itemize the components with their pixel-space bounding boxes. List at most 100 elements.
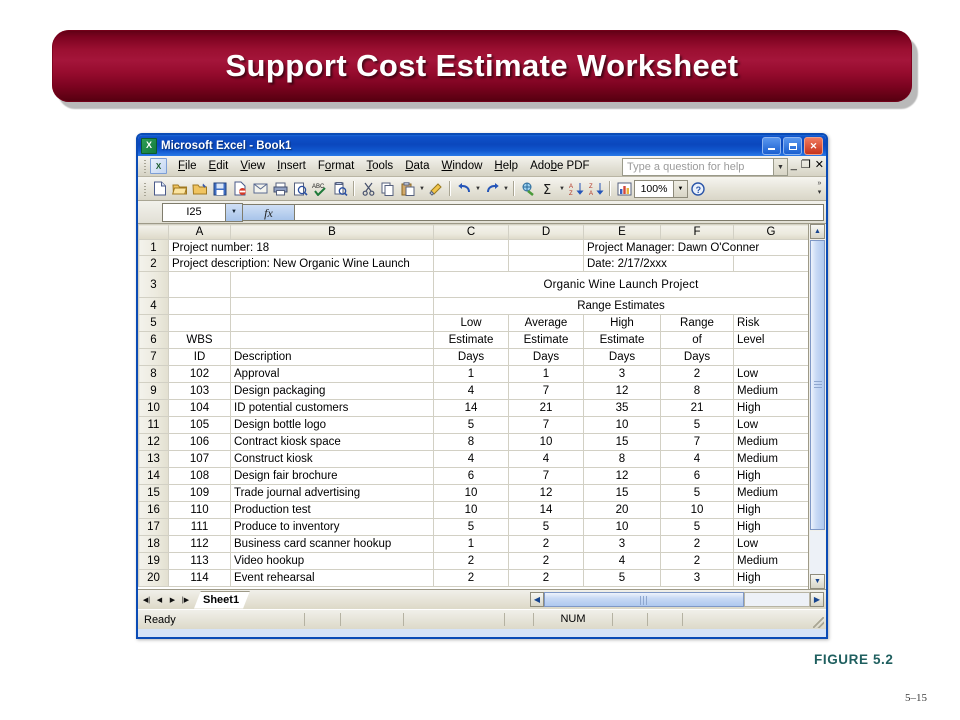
row-header[interactable]: 4 <box>138 297 169 315</box>
cell[interactable] <box>508 239 584 256</box>
cell[interactable]: 105 <box>168 416 231 434</box>
cell[interactable]: 21 <box>508 399 584 417</box>
row-header[interactable]: 13 <box>138 450 169 468</box>
row-header[interactable]: 15 <box>138 484 169 502</box>
cell[interactable]: High <box>733 467 809 485</box>
window-titlebar[interactable]: X Microsoft Excel - Book1 ✕ <box>138 135 826 156</box>
cell[interactable]: 114 <box>168 569 231 587</box>
cell[interactable]: Medium <box>733 433 809 451</box>
cell[interactable]: 10 <box>660 501 734 519</box>
cell[interactable] <box>433 239 509 256</box>
cell[interactable]: 15 <box>583 433 661 451</box>
resize-grip[interactable] <box>813 617 824 628</box>
redo-dropdown-icon[interactable]: ▼ <box>502 186 510 192</box>
spelling-icon[interactable]: ABC <box>310 179 330 198</box>
cell[interactable]: Average <box>508 314 584 332</box>
column-header-d[interactable]: D <box>508 224 584 240</box>
cell[interactable]: High <box>733 569 809 587</box>
cell[interactable]: 4 <box>433 450 509 468</box>
cell[interactable]: 8 <box>433 433 509 451</box>
cell[interactable]: 7 <box>508 416 584 434</box>
column-header-e[interactable]: E <box>583 224 661 240</box>
horizontal-scroll-thumb[interactable] <box>544 592 744 607</box>
close-button[interactable]: ✕ <box>804 137 823 155</box>
open-folder-icon[interactable] <box>170 179 190 198</box>
cell[interactable]: 20 <box>583 501 661 519</box>
cell[interactable] <box>230 297 434 315</box>
cell[interactable]: 3 <box>583 535 661 553</box>
previous-sheet-button[interactable]: ◀ <box>153 592 166 607</box>
undo-icon[interactable] <box>454 179 474 198</box>
row-header[interactable]: 20 <box>138 569 169 587</box>
cell[interactable]: Production test <box>230 501 434 519</box>
cell[interactable]: 6 <box>433 467 509 485</box>
paste-icon[interactable] <box>398 179 418 198</box>
row-header[interactable]: 18 <box>138 535 169 553</box>
cell[interactable]: 2 <box>660 365 734 383</box>
cell[interactable]: 5 <box>508 518 584 536</box>
cell[interactable]: 106 <box>168 433 231 451</box>
cell[interactable]: Organic Wine Launch Project <box>433 271 809 298</box>
insert-function-icon[interactable]: fx <box>243 203 295 221</box>
cell[interactable]: 112 <box>168 535 231 553</box>
print-preview-icon[interactable] <box>290 179 310 198</box>
vertical-scroll-thumb[interactable] <box>810 240 825 530</box>
insert-hyperlink-icon[interactable] <box>518 179 538 198</box>
row-header[interactable]: 6 <box>138 331 169 349</box>
horizontal-scroll-track[interactable] <box>744 592 810 607</box>
cell[interactable]: 2 <box>433 552 509 570</box>
cell[interactable]: 109 <box>168 484 231 502</box>
cell[interactable]: Days <box>583 348 661 366</box>
column-header-b[interactable]: B <box>230 224 434 240</box>
cell[interactable]: Date: 2/17/2xxx <box>583 255 734 272</box>
cell[interactable]: 5 <box>433 416 509 434</box>
cell[interactable]: Project number: 18 <box>168 239 434 256</box>
menu-item-help[interactable]: Help <box>488 158 524 174</box>
doc-close-button[interactable]: ✕ <box>815 158 824 172</box>
cell[interactable]: 104 <box>168 399 231 417</box>
cell[interactable]: Low <box>733 416 809 434</box>
row-header[interactable]: 9 <box>138 382 169 400</box>
cell[interactable] <box>230 271 434 298</box>
cell[interactable]: Design fair brochure <box>230 467 434 485</box>
sort-descending-icon[interactable]: ZA <box>586 179 606 198</box>
cell[interactable]: 108 <box>168 467 231 485</box>
cell[interactable]: 10 <box>433 501 509 519</box>
sheet-tab-sheet1[interactable]: Sheet1 <box>194 591 250 609</box>
cell[interactable]: Days <box>433 348 509 366</box>
cell[interactable]: 7 <box>660 433 734 451</box>
cell[interactable]: 12 <box>583 382 661 400</box>
cell[interactable]: 2 <box>660 552 734 570</box>
cell[interactable]: 5 <box>583 569 661 587</box>
cell[interactable]: 8 <box>660 382 734 400</box>
cell[interactable]: Event rehearsal <box>230 569 434 587</box>
cell[interactable]: 2 <box>508 569 584 587</box>
cell[interactable]: 103 <box>168 382 231 400</box>
cell[interactable]: 7 <box>508 467 584 485</box>
row-header[interactable]: 10 <box>138 399 169 417</box>
cell[interactable]: Construct kiosk <box>230 450 434 468</box>
row-header[interactable]: 5 <box>138 314 169 332</box>
cell[interactable]: 113 <box>168 552 231 570</box>
cell[interactable] <box>230 331 434 349</box>
cell[interactable] <box>168 297 231 315</box>
cell[interactable]: 21 <box>660 399 734 417</box>
cell[interactable]: Days <box>660 348 734 366</box>
scroll-left-button[interactable]: ◀ <box>530 592 544 607</box>
cell[interactable]: ID potential customers <box>230 399 434 417</box>
row-header[interactable]: 8 <box>138 365 169 383</box>
autosum-dropdown-icon[interactable]: ▼ <box>558 186 566 192</box>
cell[interactable]: Medium <box>733 450 809 468</box>
menu-item-file[interactable]: File <box>172 158 203 174</box>
cell[interactable]: Produce to inventory <box>230 518 434 536</box>
cell[interactable]: High <box>733 518 809 536</box>
menu-item-data[interactable]: Data <box>399 158 435 174</box>
cell[interactable]: 110 <box>168 501 231 519</box>
column-header-f[interactable]: F <box>660 224 734 240</box>
cell[interactable]: 5 <box>660 484 734 502</box>
cell[interactable]: 1 <box>433 365 509 383</box>
scroll-down-button[interactable]: ▼ <box>810 574 825 589</box>
cell[interactable]: Medium <box>733 484 809 502</box>
cell[interactable]: Medium <box>733 382 809 400</box>
scroll-right-button[interactable]: ▶ <box>810 592 824 607</box>
